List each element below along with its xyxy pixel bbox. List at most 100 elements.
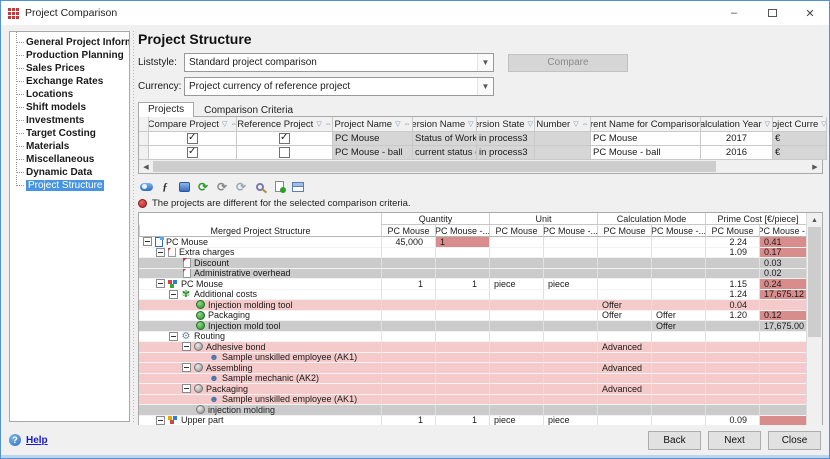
sidebar-item-production-planning[interactable]: Production Planning	[14, 49, 129, 62]
tree-row[interactable]: PackagingOfferOffer1.200.12	[139, 311, 806, 322]
filter-icon[interactable]: ▽	[821, 120, 826, 128]
close-button[interactable]: ✕	[791, 1, 829, 25]
refresh-green-icon[interactable]: ⟳	[195, 179, 211, 195]
tree-row[interactable]: Sample unskilled employee (AK1)	[139, 395, 806, 406]
sidebar-item-dynamic-data[interactable]: Dynamic Data	[14, 166, 129, 179]
sidebar-item-sales-prices[interactable]: Sales Prices	[14, 62, 129, 75]
currency-select[interactable]: Project currency of reference project ▼	[184, 77, 494, 96]
tree-row[interactable]: Injection molding toolOffer0.04	[139, 300, 806, 311]
sidebar-item-investments[interactable]: Investments	[14, 114, 129, 127]
tree-row[interactable]: Injection mold toolOffer17,675.00	[139, 321, 806, 332]
expander-icon[interactable]	[156, 416, 165, 425]
tree-row[interactable]: Adhesive bondAdvanced	[139, 342, 806, 353]
filter-icon[interactable]: ▽	[222, 120, 227, 128]
column-header-version-state[interactable]: Version State▽⇔	[477, 117, 535, 132]
expander-icon[interactable]	[156, 279, 165, 288]
sidebar-item-general-project-information[interactable]: General Project Information	[14, 36, 129, 49]
sidebar-splitter[interactable]	[131, 31, 135, 422]
next-button[interactable]: Next	[708, 431, 761, 450]
tree-row[interactable]: AssemblingAdvanced	[139, 363, 806, 374]
column-header-project-name[interactable]: Project Name▽⇔	[333, 117, 413, 132]
tree-row[interactable]: PC Mouse11piecepiece1.150.24	[139, 279, 806, 290]
checkbox[interactable]	[187, 147, 198, 158]
scroll-left-icon[interactable]: ◀	[139, 160, 153, 173]
scroll-right-icon[interactable]: ▶	[808, 160, 822, 173]
operation-icon	[196, 405, 205, 414]
scrollbar-thumb[interactable]	[153, 161, 716, 172]
expander-icon[interactable]	[169, 332, 178, 341]
column-header-number[interactable]: Number▽⇔	[535, 117, 591, 132]
checkbox-cell[interactable]	[149, 132, 237, 146]
filter-icon[interactable]: ▽	[316, 120, 321, 128]
expander-icon[interactable]	[182, 342, 191, 351]
compare-button[interactable]: Compare	[508, 54, 628, 72]
tab-projects[interactable]: Projects	[138, 102, 194, 117]
column-header-reference-project[interactable]: Reference Project▽⇔	[237, 117, 333, 132]
table-row[interactable]: PC Mouse - ballcurrent status of worin p…	[139, 146, 822, 160]
column-header-version-name[interactable]: Version Name▽⇔	[413, 117, 477, 132]
refresh-outline-icon[interactable]: ⟳	[233, 179, 249, 195]
pin-icon[interactable]: ⇔	[325, 121, 332, 128]
minimize-button[interactable]: –	[715, 1, 753, 25]
sidebar-item-materials[interactable]: Materials	[14, 140, 129, 153]
checkbox[interactable]	[279, 133, 290, 144]
tree-row[interactable]: PackagingAdvanced	[139, 384, 806, 395]
filter-icon[interactable]: ▽	[573, 120, 578, 128]
expander-icon[interactable]	[182, 384, 191, 393]
tree-row[interactable]: injection molding	[139, 405, 806, 416]
tree-row[interactable]: Administrative overhead0.02	[139, 269, 806, 280]
pin-icon[interactable]: ⇔	[403, 121, 410, 128]
sidebar-item-target-costing[interactable]: Target Costing	[14, 127, 129, 140]
sidebar-item-shift-models[interactable]: Shift models	[14, 101, 129, 114]
help-link[interactable]: ? Help	[9, 434, 48, 446]
sidebar-item-exchange-rates[interactable]: Exchange Rates	[14, 75, 129, 88]
horizontal-scrollbar[interactable]: ◀ ▶	[139, 160, 822, 173]
expander-icon[interactable]	[143, 237, 152, 246]
chevron-down-icon[interactable]: ▼	[477, 78, 493, 95]
filter-icon[interactable]: ▽	[528, 120, 533, 128]
formula-icon[interactable]: ƒ	[157, 179, 173, 195]
column-header-calculation-year[interactable]: Calculation Year▽⇔	[701, 117, 773, 132]
notes-icon[interactable]	[176, 179, 192, 195]
filter-icon[interactable]: ▽	[765, 120, 770, 128]
vertical-scrollbar[interactable]: ▲ ▼	[806, 213, 822, 447]
close-button[interactable]: Close	[768, 431, 821, 450]
search-icon[interactable]	[252, 179, 268, 195]
tree-row[interactable]: Sample mechanic (AK2)	[139, 374, 806, 385]
refresh-gray-icon[interactable]: ⟳	[214, 179, 230, 195]
maximize-button[interactable]	[753, 1, 791, 25]
scroll-up-icon[interactable]: ▲	[807, 213, 822, 227]
column-header-compare-project[interactable]: Compare Project▽⇔	[149, 117, 237, 132]
tree-row[interactable]: Additional costs1.2417,675.12	[139, 290, 806, 301]
sidebar-item-project-structure[interactable]: Project Structure	[14, 179, 129, 192]
tree-row[interactable]: Extra charges1.090.17	[139, 248, 806, 259]
window-icon[interactable]	[290, 179, 306, 195]
expander-icon[interactable]	[182, 363, 191, 372]
column-header-project-curre[interactable]: Project Curre▽⇔	[773, 117, 827, 132]
pin-icon[interactable]: ⇔	[230, 121, 237, 128]
tree-row[interactable]: Discount0.03	[139, 258, 806, 269]
liststyle-select[interactable]: Standard project comparison ▼	[184, 53, 494, 72]
table-row[interactable]: PC MouseStatus of Workin process3PC Mous…	[139, 132, 822, 146]
checkbox[interactable]	[279, 147, 290, 158]
filter-icon[interactable]: ▽	[395, 120, 400, 128]
expander-icon[interactable]	[156, 248, 165, 257]
chevron-down-icon[interactable]: ▼	[477, 54, 493, 71]
report-icon[interactable]	[271, 179, 287, 195]
checkbox-cell[interactable]	[237, 132, 333, 146]
pin-icon[interactable]: ⇔	[582, 121, 589, 128]
sidebar-item-locations[interactable]: Locations	[14, 88, 129, 101]
expander-icon[interactable]	[169, 290, 178, 299]
back-button[interactable]: Back	[648, 431, 701, 450]
scrollbar-thumb[interactable]	[808, 227, 821, 337]
tree-row[interactable]: PC Mouse45,00012.240.41	[139, 237, 806, 248]
tree-row[interactable]: Sample unskilled employee (AK1)	[139, 353, 806, 364]
compare-toggle-icon[interactable]	[138, 179, 154, 195]
sidebar-item-miscellaneous[interactable]: Miscellaneous	[14, 153, 129, 166]
tree-row[interactable]: Routing	[139, 332, 806, 343]
checkbox[interactable]	[187, 133, 198, 144]
checkbox-cell[interactable]	[149, 146, 237, 160]
filter-icon[interactable]: ▽	[468, 120, 473, 128]
column-header-different-name-for-comparison[interactable]: Different Name for Comparison▽⇔	[591, 117, 701, 132]
checkbox-cell[interactable]	[237, 146, 333, 160]
